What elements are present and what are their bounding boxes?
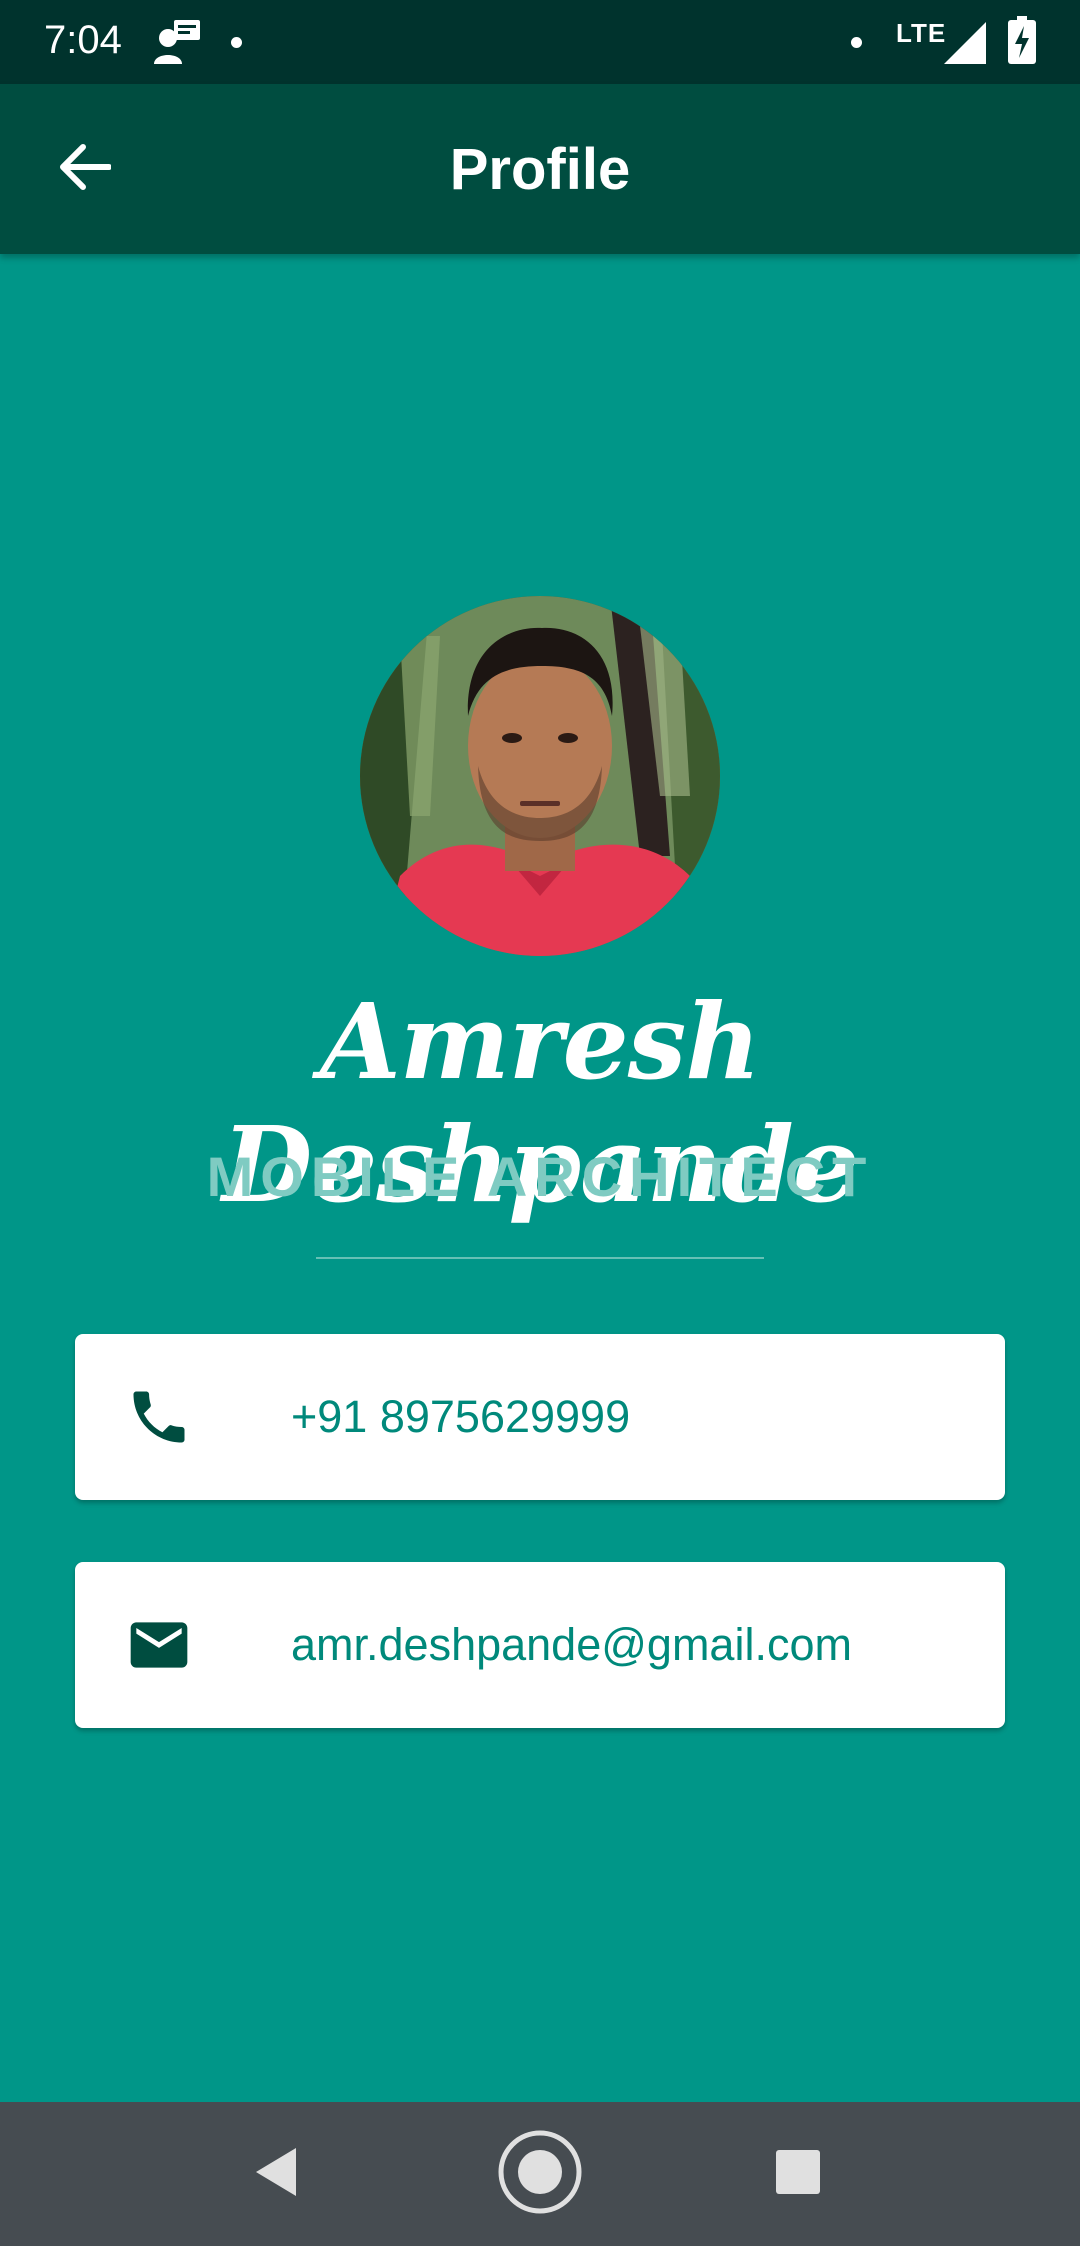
status-time: 7:04 xyxy=(44,18,122,62)
recents-square-icon xyxy=(774,2148,822,2201)
signal-icon xyxy=(944,22,986,69)
phone-card[interactable]: +91 8975629999 xyxy=(75,1334,1005,1500)
divider xyxy=(316,1257,764,1259)
app-bar: Profile xyxy=(0,84,1080,254)
email-card[interactable]: amr.deshpande@gmail.com xyxy=(75,1562,1005,1728)
avatar xyxy=(360,596,720,956)
phone-number: +91 8975629999 xyxy=(291,1391,631,1442)
email-address: amr.deshpande@gmail.com xyxy=(291,1619,852,1670)
phone-icon xyxy=(125,1383,193,1451)
profile-role: MOBILE ARCHITECT xyxy=(206,1145,874,1208)
system-nav-bar xyxy=(0,2102,1080,2246)
message-notification-icon xyxy=(152,16,202,71)
status-bar: 7:04 LTE xyxy=(0,0,1080,84)
back-triangle-icon xyxy=(252,2146,300,2203)
email-icon xyxy=(125,1611,193,1679)
notification-dot-icon xyxy=(851,37,862,48)
home-circle-icon xyxy=(497,2129,583,2220)
notification-dot-icon xyxy=(231,37,242,48)
battery-charging-icon xyxy=(1008,16,1036,69)
nav-home-button[interactable] xyxy=(480,2102,600,2246)
page-title: Profile xyxy=(449,137,631,202)
nav-back-button[interactable] xyxy=(216,2102,336,2246)
network-type-label: LTE xyxy=(896,18,947,48)
nav-recents-button[interactable] xyxy=(738,2102,858,2246)
